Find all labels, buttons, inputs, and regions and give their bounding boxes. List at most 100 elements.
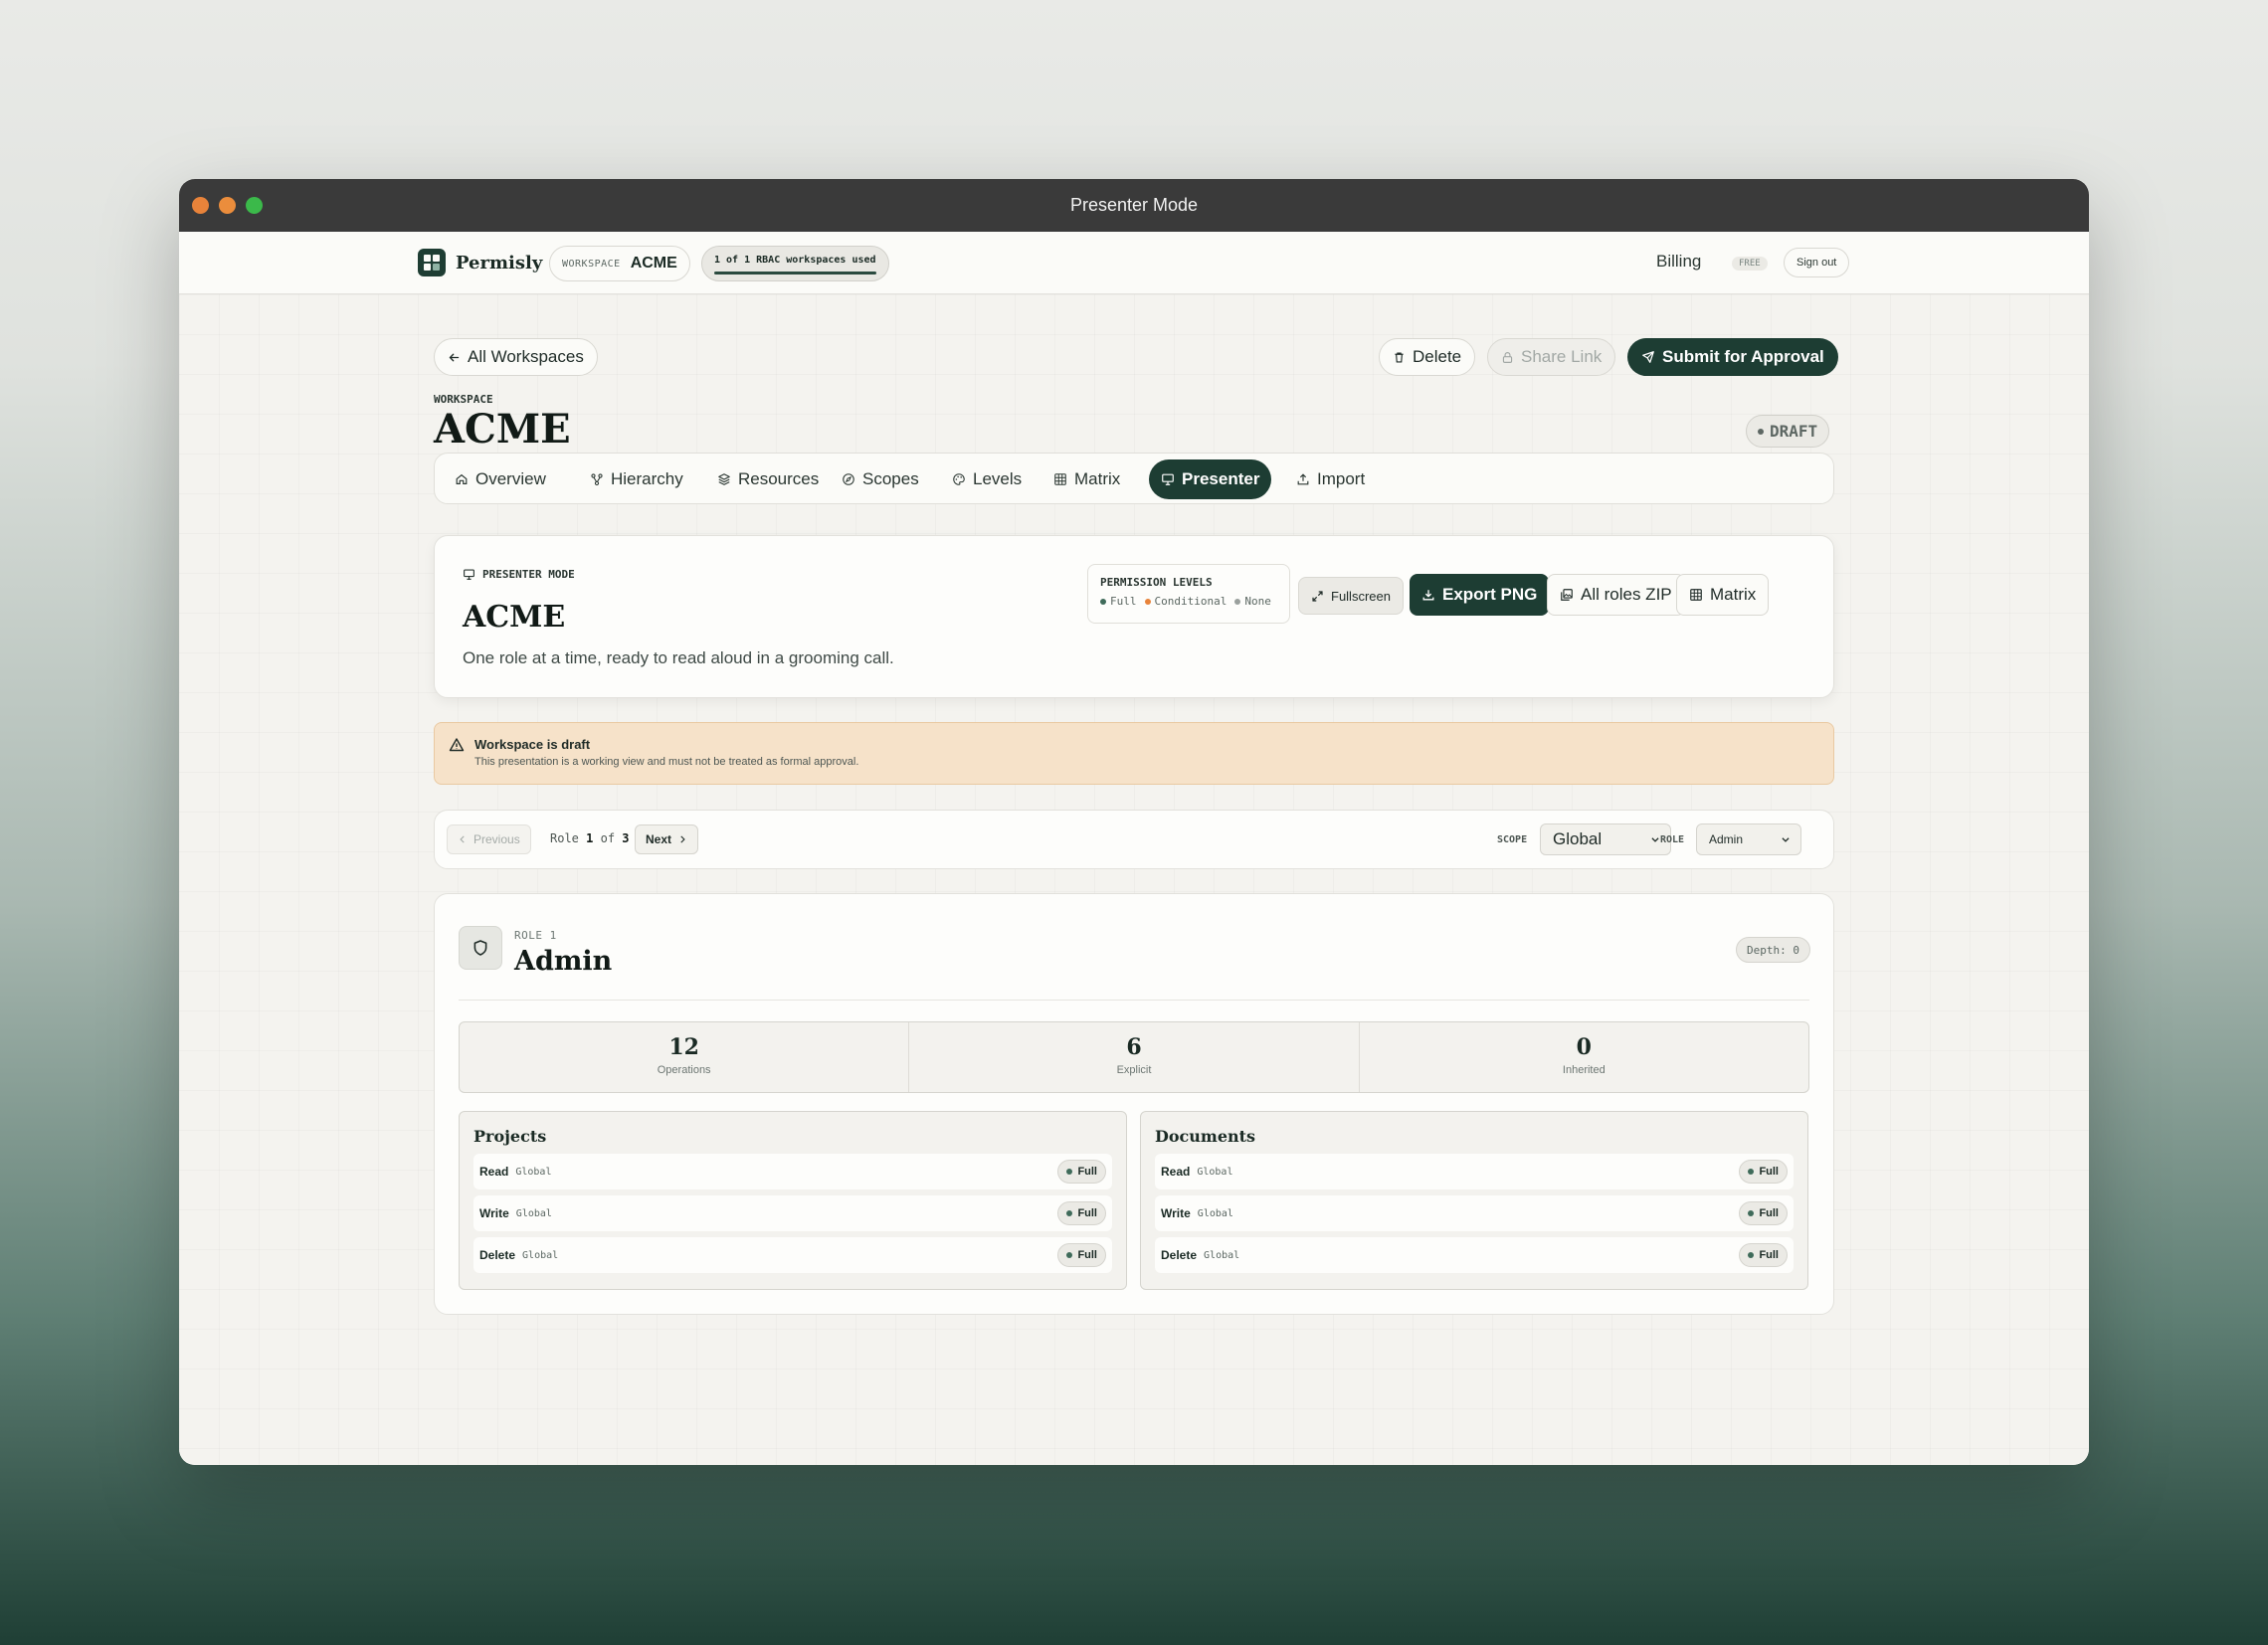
title-bar: Presenter Mode [179, 179, 2089, 232]
status-text: DRAFT [1770, 422, 1818, 441]
page-title: ACME [434, 406, 571, 453]
submit-for-approval-button[interactable]: Submit for Approval [1627, 338, 1838, 376]
tab-matrix[interactable]: Matrix [1041, 459, 1132, 499]
stat-label: Inherited [1562, 1064, 1606, 1076]
presenter-title: ACME [463, 600, 566, 635]
stat-label: Explicit [1116, 1064, 1152, 1076]
stat-explicit: 6 Explicit [909, 1022, 1360, 1092]
billing-link[interactable]: Billing [1656, 252, 1701, 272]
operation-row: Read Global Full [473, 1154, 1112, 1189]
all-roles-zip-button[interactable]: All roles ZIP [1547, 574, 1685, 616]
status-dot-icon [1758, 428, 1764, 435]
chevron-down-icon [1782, 837, 1790, 842]
matrix-label: Matrix [1710, 585, 1757, 604]
hierarchy-icon [591, 473, 603, 486]
layers-icon [718, 473, 730, 485]
next-label: Next [646, 832, 672, 846]
tab-levels[interactable]: Levels [940, 459, 1034, 499]
close-window-button[interactable] [192, 197, 209, 214]
stat-operations: 12 Operations [460, 1022, 910, 1092]
export-png-label: Export PNG [1442, 585, 1538, 604]
all-workspaces-label: All Workspaces [468, 347, 584, 366]
workspace-pill-label: WORKSPACE [562, 258, 621, 270]
matrix-button[interactable]: Matrix [1676, 574, 1770, 616]
tab-overview[interactable]: Overview [443, 459, 558, 499]
operation-scope: Global [515, 1166, 552, 1178]
export-png-button[interactable]: Export PNG [1410, 574, 1550, 616]
delete-button[interactable]: Delete [1379, 338, 1476, 376]
operation-name: Read [479, 1165, 509, 1179]
role-counter-current: 1 [586, 831, 594, 845]
app-bar: Permisly WORKSPACE ACME 1 of 1 RBAC work… [179, 232, 2089, 294]
stat-value: 12 [668, 1034, 699, 1060]
grid-icon [1054, 473, 1066, 485]
main-content: All Workspaces Delete Share Link Submit … [179, 294, 2089, 1465]
operation-name: Write [1161, 1206, 1191, 1220]
role-counter-of: of [600, 831, 616, 845]
fullscreen-label: Fullscreen [1331, 588, 1391, 604]
maximize-window-button[interactable] [246, 197, 263, 214]
none-dot-icon [1234, 598, 1241, 605]
download-icon [1422, 590, 1434, 601]
presenter-header-card: PRESENTER MODE ACME One role at a time, … [434, 535, 1834, 698]
upload-icon [1297, 473, 1309, 485]
presentation-icon [1162, 473, 1174, 485]
brand[interactable]: Permisly [418, 249, 542, 276]
all-workspaces-button[interactable]: All Workspaces [434, 338, 598, 376]
scope-select-value: Global [1553, 829, 1603, 848]
level-none-label: None [1244, 595, 1271, 608]
permisly-logo-icon [418, 249, 446, 276]
role-select[interactable]: Admin [1696, 823, 1801, 855]
operation-name: Write [479, 1206, 509, 1220]
images-icon [1561, 589, 1573, 601]
full-dot-icon [1748, 1169, 1755, 1175]
alert-title: Workspace is draft [474, 737, 591, 752]
workspace-pill-value: ACME [630, 255, 677, 272]
grid-icon [1690, 589, 1702, 601]
scope-select[interactable]: Global [1540, 823, 1671, 855]
resource-title: Documents [1155, 1127, 1256, 1146]
level-badge: Full [1739, 1243, 1788, 1267]
tab-label: Resources [738, 469, 820, 488]
full-dot-icon [1066, 1169, 1073, 1175]
operation-name: Delete [479, 1248, 516, 1262]
send-icon [1642, 351, 1654, 363]
role-select-value: Admin [1709, 832, 1744, 846]
tab-hierarchy[interactable]: Hierarchy [578, 459, 695, 499]
tab-scopes[interactable]: Scopes [830, 459, 931, 499]
level-conditional-label: Conditional [1154, 595, 1228, 608]
previous-role-button[interactable]: Previous [447, 824, 531, 854]
workspace-pill[interactable]: WORKSPACE ACME [549, 246, 690, 281]
role-number: ROLE 1 [514, 929, 557, 942]
operation-row: Write Global Full [1155, 1195, 1794, 1231]
level-text: Full [1759, 1249, 1779, 1261]
tab-label: Scopes [862, 469, 919, 488]
role-name: Admin [514, 946, 613, 977]
chevron-right-icon [680, 835, 685, 843]
level-full-label: Full [1110, 595, 1137, 608]
share-link-button[interactable]: Share Link [1487, 338, 1616, 376]
level-badge: Full [1057, 1243, 1106, 1267]
tab-label: Hierarchy [611, 469, 683, 488]
level-text: Full [1759, 1166, 1779, 1178]
level-badge: Full [1739, 1201, 1788, 1225]
minimize-window-button[interactable] [219, 197, 236, 214]
tab-presenter[interactable]: Presenter [1149, 459, 1272, 499]
operation-name: Delete [1161, 1248, 1198, 1262]
tab-import[interactable]: Import [1284, 459, 1377, 499]
compass-icon [843, 473, 854, 485]
sign-out-button[interactable]: Sign out [1784, 248, 1850, 277]
tab-resources[interactable]: Resources [705, 459, 831, 499]
next-role-button[interactable]: Next [635, 824, 699, 854]
scope-label: SCOPE [1497, 834, 1528, 845]
plan-badge: FREE [1732, 257, 1768, 271]
trash-icon [1395, 351, 1404, 363]
window-title: Presenter Mode [1069, 195, 1199, 215]
fullscreen-button[interactable]: Fullscreen [1298, 577, 1404, 615]
brand-name: Permisly [456, 252, 543, 274]
workspace-label: WORKSPACE [434, 393, 493, 406]
resource-panel-documents: Documents Read Global Full Write Global … [1140, 1111, 1808, 1290]
level-badge: Full [1057, 1160, 1106, 1184]
presenter-mode-text: PRESENTER MODE [482, 568, 575, 581]
full-dot-icon [1748, 1210, 1755, 1216]
